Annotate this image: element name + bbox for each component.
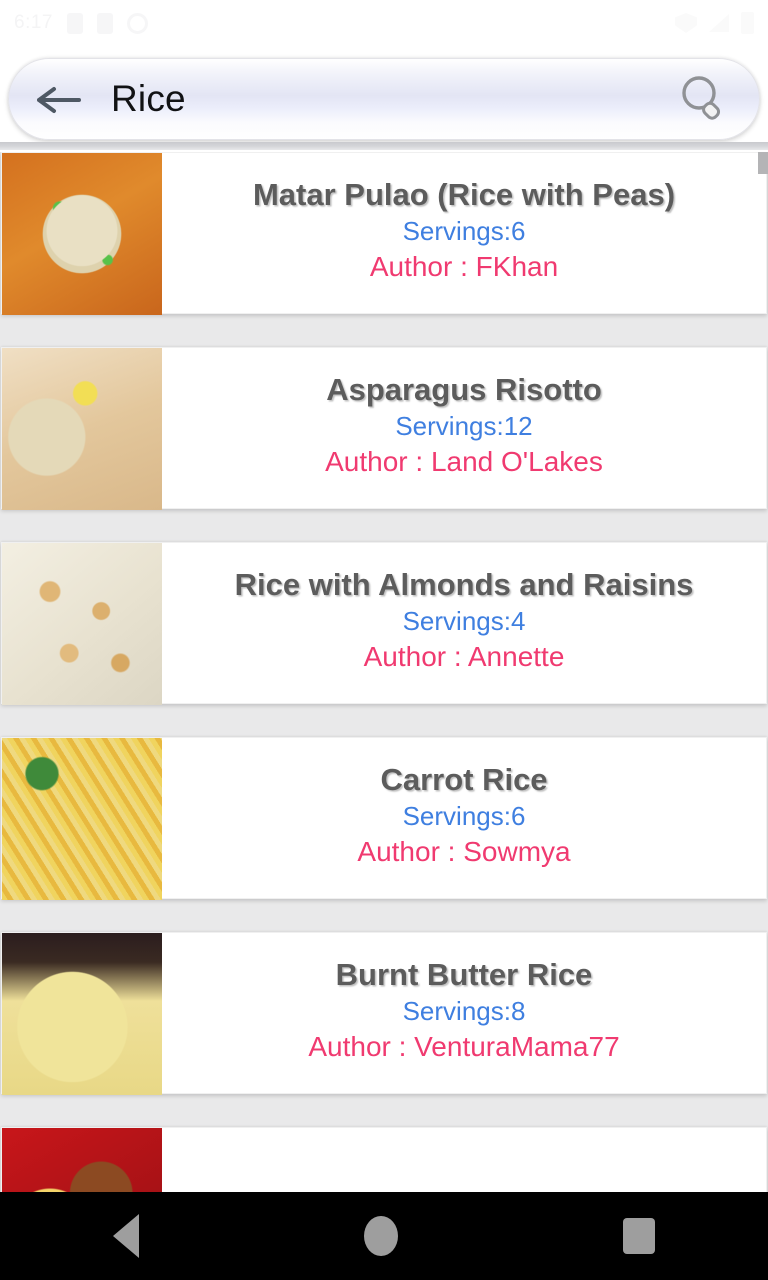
recipe-title: Rice with Almonds and Raisins: [234, 566, 694, 602]
search-button[interactable]: [675, 70, 733, 128]
recipe-thumbnail-burnt-butter-rice: [2, 933, 162, 1095]
recipe-card[interactable]: Asparagus Risotto Servings:12 Author : L…: [1, 347, 767, 510]
recipe-author: Author : Annette: [363, 641, 565, 673]
status-bar-right: [675, 12, 754, 34]
battery-icon: [741, 12, 754, 34]
recipe-card[interactable]: Cheesy Chicken and Rice Casserole: [1, 1127, 767, 1192]
back-arrow-icon: [37, 87, 81, 113]
recipe-author: Author : VenturaMama77: [308, 1031, 620, 1063]
status-bar: 6:17: [0, 0, 768, 46]
recipe-info: Matar Pulao (Rice with Peas) Servings:6 …: [162, 153, 766, 313]
recipe-thumbnail-cheesy-chicken-casserole: [2, 1128, 162, 1192]
recipe-info: Asparagus Risotto Servings:12 Author : L…: [162, 348, 766, 508]
recipe-servings: Servings:8: [402, 995, 526, 1026]
recipe-thumbnail-matar-pulao: [2, 153, 162, 315]
recipe-card[interactable]: Burnt Butter Rice Servings:8 Author : Ve…: [1, 932, 767, 1095]
search-input[interactable]: [85, 78, 675, 120]
recipe-info: Burnt Butter Rice Servings:8 Author : Ve…: [162, 933, 766, 1093]
status-bar-left: 6:17: [14, 12, 148, 34]
search-bar-container: [0, 46, 768, 152]
recipe-servings: Servings:6: [402, 800, 526, 831]
recipe-info: Rice with Almonds and Raisins Servings:4…: [162, 543, 766, 703]
sim-icon: [66, 12, 83, 34]
recipe-title: Matar Pulao (Rice with Peas): [252, 176, 676, 212]
app-screen: 6:17 Rice Matar Pulao (Rice with Peas) S…: [0, 0, 768, 1280]
nav-home-button[interactable]: [363, 1216, 398, 1256]
clock-icon: [126, 12, 148, 34]
recipe-card[interactable]: Matar Pulao (Rice with Peas) Servings:6 …: [1, 152, 767, 315]
recipe-list[interactable]: Matar Pulao (Rice with Peas) Servings:6 …: [0, 152, 768, 1192]
search-bar[interactable]: [8, 58, 760, 140]
back-button[interactable]: [31, 72, 85, 126]
recipe-info: Carrot Rice Servings:6 Author : Sowmya: [162, 738, 766, 898]
recipe-author: Author : FKhan: [369, 251, 559, 283]
nav-back-button[interactable]: [112, 1214, 139, 1258]
recipe-info: Cheesy Chicken and Rice Casserole: [162, 1128, 766, 1192]
status-bar-clock: 6:17: [14, 12, 53, 33]
recipe-servings: Servings:6: [402, 215, 526, 246]
recipe-title: Asparagus Risotto: [326, 371, 602, 407]
recipe-thumbnail-asparagus-risotto: [2, 348, 162, 510]
recipe-card[interactable]: Carrot Rice Servings:6 Author : Sowmya: [1, 737, 767, 900]
recipe-author: Author : Sowmya: [357, 836, 571, 868]
recipe-thumbnail-carrot-rice: [2, 738, 162, 900]
recipe-servings: Servings:12: [395, 410, 533, 441]
recipe-card[interactable]: Rice with Almonds and Raisins Servings:4…: [1, 542, 767, 705]
recipe-thumbnail-rice-almonds-raisins: [2, 543, 162, 705]
recipe-servings: Servings:4: [402, 605, 526, 636]
scrollbar-thumb[interactable]: [758, 152, 768, 174]
recipe-title: Carrot Rice: [380, 761, 548, 797]
recipe-title: Burnt Butter Rice: [335, 956, 593, 992]
android-navigation-bar: [0, 1192, 768, 1280]
recipe-author: Author : Land O'Lakes: [325, 446, 603, 478]
magnifier-icon: [682, 76, 721, 120]
vpn-shield-icon: [675, 13, 697, 33]
search-bar-shadow: [0, 142, 768, 150]
nav-recents-button[interactable]: [623, 1218, 656, 1254]
signal-icon: [709, 14, 729, 32]
sd-card-icon: [96, 12, 113, 34]
